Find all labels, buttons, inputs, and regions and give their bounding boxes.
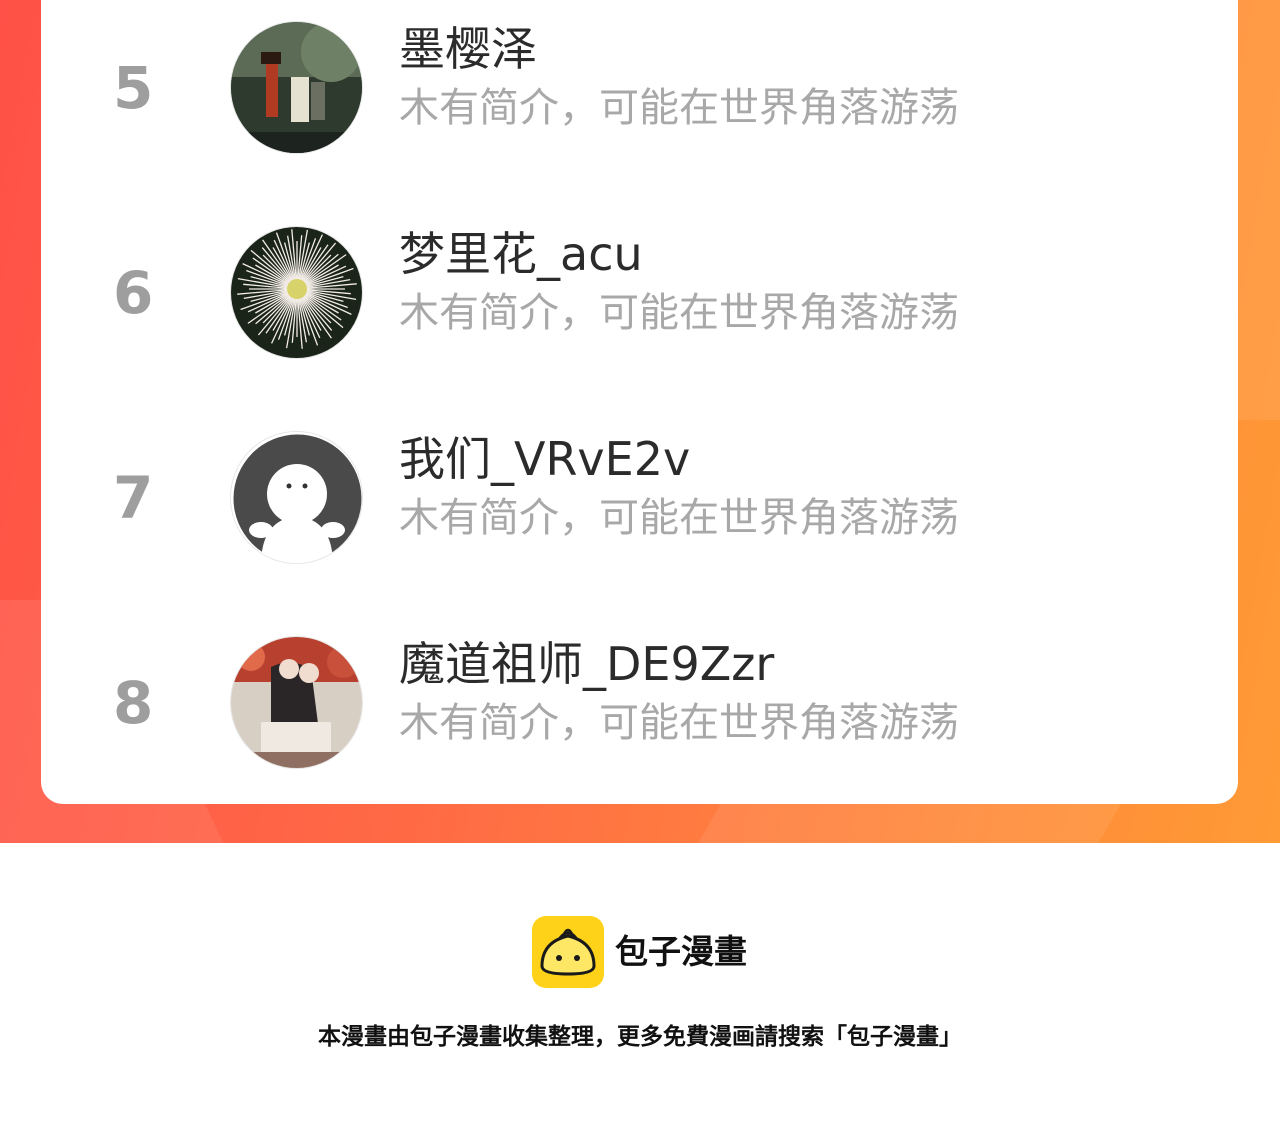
flower-photo-avatar[interactable] (230, 226, 363, 359)
user-name[interactable]: 我们_VRvE2v (399, 431, 690, 487)
rank-number: 7 (113, 464, 154, 532)
rank-number: 6 (113, 259, 154, 327)
list-item[interactable]: 6 梦里花_acu 木有简介，可能在世界角落游荡 (41, 220, 1238, 370)
user-bio: 木有简介，可能在世界角落游荡 (399, 495, 959, 541)
user-bio: 木有简介，可能在世界角落游荡 (399, 290, 959, 336)
ranking-card: 5 墨樱泽 木有简介，可能在世界角落游荡 6 梦里花_acu 木有简介，可能在世… (41, 0, 1238, 804)
rank-number: 8 (113, 669, 154, 737)
list-item[interactable]: 5 墨樱泽 木有简介，可能在世界角落游荡 (41, 15, 1238, 165)
ranking-banner: 5 墨樱泽 木有简介，可能在世界角落游荡 6 梦里花_acu 木有简介，可能在世… (0, 0, 1280, 843)
list-item[interactable]: 7 我们_VRvE2v 木有简介，可能在世界角落游荡 (41, 425, 1238, 575)
rank-number: 5 (113, 54, 154, 122)
illustration-avatar[interactable] (230, 636, 363, 769)
user-name[interactable]: 梦里花_acu (399, 226, 643, 282)
brand-name: 包子漫畫 (615, 932, 747, 971)
footer-note: 本漫畫由包子漫畫收集整理，更多免費漫画請搜索「包子漫畫」 (318, 1024, 962, 1050)
user-name[interactable]: 魔道祖师_DE9Zzr (399, 636, 774, 692)
user-name[interactable]: 墨樱泽 (399, 21, 537, 77)
default-ghost-avatar[interactable] (230, 431, 363, 564)
landscape-photo-avatar[interactable] (230, 21, 363, 154)
list-item[interactable]: 8 魔道祖师_DE9Zzr 木有简介，可能在世界角落游荡 (41, 630, 1238, 780)
user-bio: 木有简介，可能在世界角落游荡 (399, 700, 959, 746)
user-bio: 木有简介，可能在世界角落游荡 (399, 85, 959, 131)
bun-logo-icon (532, 916, 604, 988)
